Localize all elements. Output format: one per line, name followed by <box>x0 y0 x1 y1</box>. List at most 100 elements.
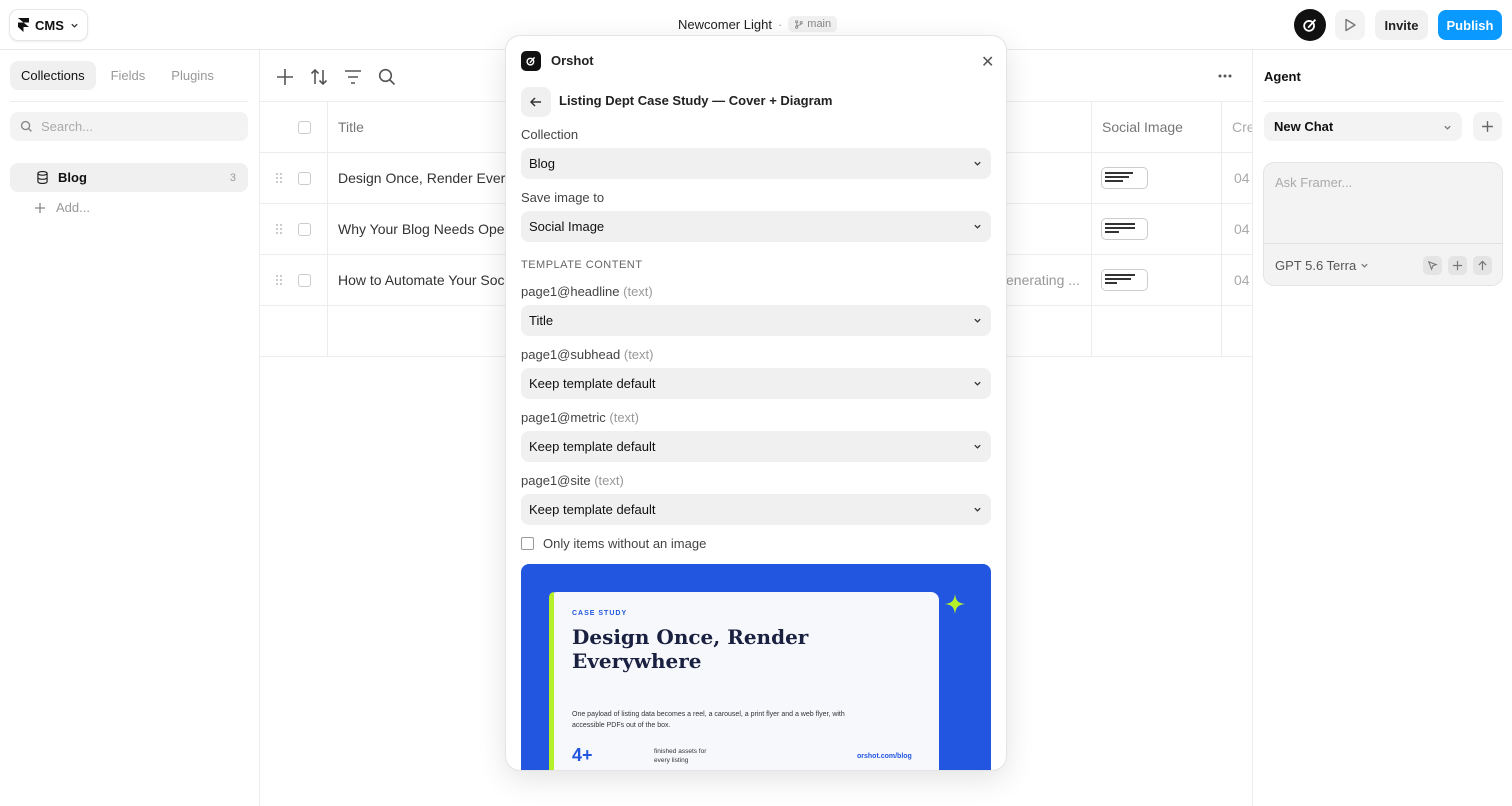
preview-eyebrow: CASE STUDY <box>572 610 628 617</box>
drag-handle-icon[interactable] <box>276 255 282 305</box>
sidebar-tabs: Collections Fields Plugins <box>10 61 225 90</box>
search-icon <box>20 120 32 132</box>
field-label-site: page1@site (text) <box>521 473 624 488</box>
field-label-metric: page1@metric (text) <box>521 410 639 425</box>
row-checkbox[interactable] <box>298 171 311 185</box>
field-type: (text) <box>609 410 639 425</box>
framer-logo-icon <box>18 18 29 32</box>
chat-input-box[interactable]: Ask Framer... GPT 5.6 Terra <box>1264 163 1502 285</box>
send-button[interactable] <box>1473 256 1492 275</box>
tab-collections[interactable]: Collections <box>10 61 96 90</box>
metric-select-value: Keep template default <box>529 439 656 454</box>
model-select[interactable]: GPT 5.6 Terra <box>1275 258 1369 273</box>
column-title[interactable]: Title <box>338 102 364 152</box>
preview-accent-bar <box>549 592 554 770</box>
cms-menu-label: CMS <box>35 17 64 33</box>
chevron-down-icon <box>1361 263 1368 268</box>
new-chat-select[interactable]: New Chat <box>1264 112 1462 141</box>
only-without-image-checkbox[interactable] <box>521 537 534 550</box>
field-label-subhead: page1@subhead (text) <box>521 347 653 362</box>
field-name: page1@subhead <box>521 347 621 362</box>
field-name: page1@headline <box>521 284 620 299</box>
field-type: (text) <box>623 284 653 299</box>
collection-select-value: Blog <box>529 156 556 171</box>
chevron-down-icon <box>974 507 981 512</box>
preview-headline: Design Once, Render Everywhere <box>572 625 809 673</box>
search-icon[interactable] <box>378 68 396 86</box>
chevron-down-icon <box>974 381 981 386</box>
project-title[interactable]: Newcomer Light · main <box>678 16 838 32</box>
template-content-heading: TEMPLATE CONTENT <box>521 259 643 271</box>
select-all-checkbox[interactable] <box>298 120 311 134</box>
social-image-thumbnail[interactable] <box>1102 168 1147 188</box>
cursor-button[interactable] <box>1423 256 1442 275</box>
chevron-down-icon <box>71 23 78 28</box>
back-button[interactable] <box>521 87 551 117</box>
preview-metric-label: finished assets for every listing <box>654 748 707 764</box>
template-name: Listing Dept Case Study — Cover + Diagra… <box>559 93 833 108</box>
sidebar-divider <box>10 101 248 102</box>
social-image-thumbnail[interactable] <box>1102 270 1147 290</box>
plus-icon <box>1482 121 1493 132</box>
orshot-avatar[interactable] <box>1294 9 1326 41</box>
collection-label: Collection <box>521 127 579 142</box>
cursor-icon <box>1427 260 1438 271</box>
chevron-down-icon <box>1444 125 1451 130</box>
collection-select[interactable]: Blog <box>521 148 991 179</box>
collection-search-input[interactable]: Search... <box>10 112 248 141</box>
metric-select[interactable]: Keep template default <box>521 431 991 462</box>
column-social-image[interactable]: Social Image <box>1102 102 1183 152</box>
row-checkbox[interactable] <box>298 222 311 236</box>
attach-button[interactable] <box>1448 256 1467 275</box>
row-title: Design Once, Render Every <box>338 170 513 186</box>
cms-sidebar: Collections Fields Plugins Search... Blo… <box>0 50 260 806</box>
preview-site: orshot.com/blog <box>857 753 912 760</box>
subhead-select[interactable]: Keep template default <box>521 368 991 399</box>
publish-button[interactable]: Publish <box>1438 10 1502 40</box>
field-type: (text) <box>594 473 624 488</box>
branch-icon <box>795 19 804 29</box>
social-image-thumbnail[interactable] <box>1102 219 1147 239</box>
template-preview: CASE STUDY Design Once, Render Everywher… <box>521 564 991 770</box>
drag-handle-icon[interactable] <box>276 204 282 254</box>
tab-plugins[interactable]: Plugins <box>160 61 225 90</box>
tab-fields[interactable]: Fields <box>100 61 157 90</box>
chat-divider <box>1264 243 1502 244</box>
chat-input[interactable]: Ask Framer... <box>1275 175 1352 190</box>
branch-name: main <box>807 18 832 30</box>
preview-button[interactable] <box>1335 10 1365 40</box>
sidebar-item-blog[interactable]: Blog 3 <box>10 163 248 192</box>
only-without-image-option[interactable]: Only items without an image <box>521 536 706 551</box>
cms-menu-button[interactable]: CMS <box>10 10 87 40</box>
row-status: enerating ... <box>1006 272 1080 288</box>
headline-select[interactable]: Title <box>521 305 991 336</box>
close-icon[interactable]: ✕ <box>981 52 994 72</box>
branch-badge[interactable]: main <box>788 16 838 32</box>
project-name: Newcomer Light <box>678 16 772 32</box>
sparkle-icon <box>945 594 965 614</box>
orshot-logo-icon <box>1303 19 1317 32</box>
sort-icon[interactable] <box>310 68 328 86</box>
save-image-select[interactable]: Social Image <box>521 211 991 242</box>
more-options-icon[interactable] <box>1218 74 1232 78</box>
new-chat-button[interactable] <box>1473 112 1502 141</box>
row-created: 04 <box>1234 170 1250 186</box>
plus-icon <box>35 202 45 213</box>
preview-body: One payload of listing data becomes a re… <box>572 711 845 729</box>
row-checkbox[interactable] <box>298 273 311 287</box>
chevron-down-icon <box>974 161 981 166</box>
row-created: 04 <box>1234 221 1250 237</box>
orshot-plugin-modal: Orshot ✕ Listing Dept Case Study — Cover… <box>506 36 1006 770</box>
add-item-icon[interactable] <box>276 68 294 86</box>
collection-name: Blog <box>58 170 87 185</box>
invite-button[interactable]: Invite <box>1375 10 1428 40</box>
site-select[interactable]: Keep template default <box>521 494 991 525</box>
add-collection-button[interactable]: Add... <box>34 200 90 215</box>
drag-handle-icon[interactable] <box>276 153 282 203</box>
field-name: page1@metric <box>521 410 606 425</box>
field-type: (text) <box>623 347 654 362</box>
subhead-select-value: Keep template default <box>529 376 656 391</box>
add-collection-label: Add... <box>56 200 90 215</box>
agent-title: Agent <box>1264 69 1301 84</box>
filter-icon[interactable] <box>344 68 362 86</box>
